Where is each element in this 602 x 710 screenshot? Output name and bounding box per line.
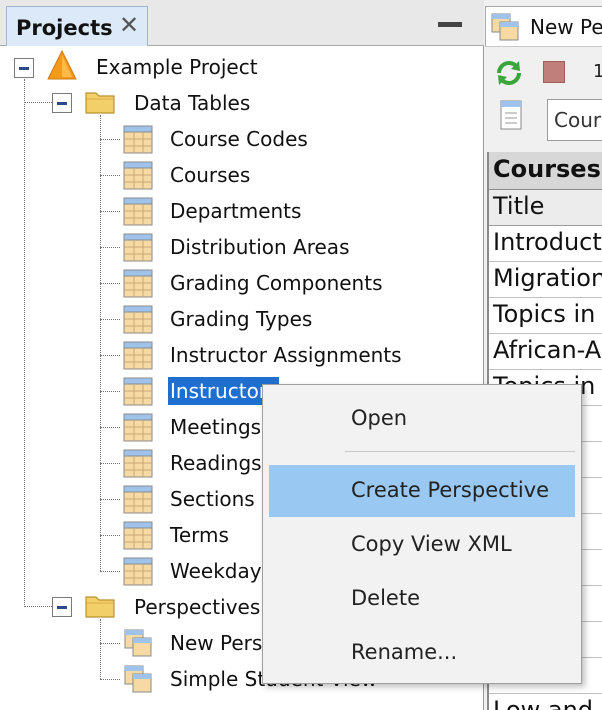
view-select[interactable]: Courses <box>547 99 602 141</box>
tree-line <box>100 679 120 680</box>
tree-line <box>100 115 101 571</box>
tree-item-label: Course Codes <box>170 127 308 151</box>
menu-separator <box>345 451 575 452</box>
grid-title: Courses <box>493 155 601 183</box>
tree-line <box>100 619 101 679</box>
collapse-root-icon[interactable] <box>14 58 34 78</box>
perspective-icon <box>124 665 152 693</box>
tree-line <box>100 319 120 320</box>
document-icon <box>500 100 522 130</box>
table-row[interactable]: African-American <box>489 334 602 370</box>
projects-tab-label: Projects <box>16 16 113 40</box>
tree-item-label: Perspectives <box>134 595 261 619</box>
tree-item-label: Instructor Assignments <box>170 343 402 367</box>
tree-item-label: Sections <box>170 487 255 511</box>
tree-line <box>100 283 120 284</box>
context-menu: Open Create Perspective Copy View XML De… <box>262 384 582 684</box>
tree-item-label: Distribution Areas <box>170 235 350 259</box>
menu-item-label: Delete <box>351 586 420 610</box>
app-window: Projects ✕ Example Project Data Tables P… <box>0 0 602 710</box>
table-row[interactable]: Low and <box>489 694 602 710</box>
table-icon <box>123 449 153 478</box>
stop-icon[interactable] <box>543 61 565 83</box>
menu-item-label: Copy View XML <box>351 532 512 556</box>
projects-panel-header: Projects ✕ <box>0 0 484 46</box>
table-cell: African-American <box>493 336 602 364</box>
collapse-data-tables-icon[interactable] <box>52 93 72 113</box>
tree-line <box>100 535 120 536</box>
table-cell: Introduction to <box>493 228 602 256</box>
grid-title-bar: Courses <box>489 152 602 190</box>
menu-item-delete[interactable]: Delete <box>269 573 575 625</box>
grid-column-header[interactable]: Title <box>489 190 602 226</box>
table-icon <box>123 269 153 298</box>
table-icon <box>123 341 153 370</box>
table-row[interactable]: Topics in <box>489 298 602 334</box>
toolbar-number: 1 <box>593 61 602 82</box>
table-row[interactable]: Migration and <box>489 262 602 298</box>
menu-item-copy-view-xml[interactable]: Copy View XML <box>269 519 575 571</box>
collapse-perspectives-icon[interactable] <box>52 597 72 617</box>
perspective-icon <box>124 629 152 657</box>
tree-line <box>100 211 120 212</box>
table-icon <box>123 521 153 550</box>
refresh-icon[interactable] <box>493 57 525 89</box>
table-icon <box>123 485 153 514</box>
perspective-icon <box>491 13 519 41</box>
tree-line <box>100 427 120 428</box>
table-icon <box>123 413 153 442</box>
tree-item-label: Example Project <box>96 55 258 79</box>
tree-item-label: Readings <box>170 451 262 475</box>
tree-item-label: Grading Components <box>170 271 383 295</box>
tree-item-label: Data Tables <box>134 91 251 115</box>
menu-item-create-perspective[interactable]: Create Perspective <box>269 465 575 517</box>
projects-tab[interactable]: Projects ✕ <box>6 6 148 46</box>
editor-toolbar: 1 Courses <box>485 46 602 152</box>
tree-item-label: Courses <box>170 163 251 187</box>
table-icon <box>123 125 153 154</box>
tree-line <box>24 79 25 607</box>
table-cell: Low and <box>493 696 594 710</box>
tree-line <box>100 571 120 572</box>
table-icon <box>123 233 153 262</box>
tree-item-label: Terms <box>170 523 229 547</box>
folder-icon <box>85 92 115 114</box>
tree-line <box>100 247 120 248</box>
close-icon[interactable]: ✕ <box>119 11 139 39</box>
menu-item-rename[interactable]: Rename... <box>269 627 575 679</box>
tree-line <box>100 175 120 176</box>
table-icon <box>123 557 153 586</box>
tree-item-label: Departments <box>170 199 302 223</box>
table-icon <box>123 197 153 226</box>
minimize-icon[interactable] <box>438 22 462 27</box>
folder-icon <box>85 596 115 618</box>
editor-tab-label: New Perspective <box>530 15 602 39</box>
tree-item-label: Meetings <box>170 415 262 439</box>
column-header-title: Title <box>493 192 545 220</box>
tree-line <box>100 463 120 464</box>
tree-line <box>100 355 120 356</box>
menu-item-open[interactable]: Open <box>269 393 575 445</box>
table-cell: Migration and <box>493 264 602 292</box>
table-cell: Topics in <box>493 300 596 328</box>
menu-item-label: Create Perspective <box>351 478 550 502</box>
tree-line <box>100 139 120 140</box>
table-icon <box>123 161 153 190</box>
view-select-value: Courses <box>554 108 602 132</box>
tree-item-label: Grading Types <box>170 307 313 331</box>
project-triangle-icon <box>47 49 77 80</box>
table-icon <box>123 377 153 406</box>
editor-tab[interactable]: New Perspective <box>485 6 602 46</box>
tree-line <box>100 391 120 392</box>
menu-item-label: Rename... <box>351 640 458 664</box>
tree-line <box>100 643 120 644</box>
tree-item-label: Weekdays <box>170 559 273 583</box>
tree-line <box>100 499 120 500</box>
menu-item-label: Open <box>351 406 408 430</box>
table-row[interactable]: Introduction to <box>489 226 602 262</box>
table-icon <box>123 305 153 334</box>
